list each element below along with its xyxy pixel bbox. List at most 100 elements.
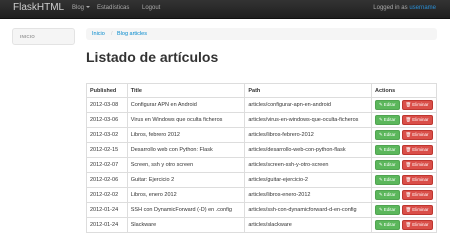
table-row: 2012-02-02 Libros, enero 2012 articles/lib… xyxy=(86,187,438,203)
trash-icon: 🗑 xyxy=(405,192,412,197)
breadcrumb: Inicio / Blog articles xyxy=(86,28,437,40)
table-row: 2012-03-08 Configurar APN en Android artic… xyxy=(86,97,438,113)
header-path: Path xyxy=(244,83,372,98)
delete-label: Eliminar xyxy=(412,192,429,197)
trash-icon: 🗑 xyxy=(405,132,412,137)
edit-button[interactable]: ✎Editar xyxy=(374,175,400,185)
table-row: 2012-02-06 Guitar: Ejercicio 2 articles/gu… xyxy=(86,172,438,188)
nav-item-blog[interactable]: Blog xyxy=(72,5,91,11)
edit-label: Editar xyxy=(383,192,396,197)
pencil-icon: ✎ xyxy=(378,177,383,182)
header-actions: Actions xyxy=(370,83,438,98)
cell-path: articles/configurar-apn-en-android xyxy=(244,97,372,113)
delete-button[interactable]: 🗑Eliminar xyxy=(401,160,433,170)
edit-button[interactable]: ✎Editar xyxy=(374,130,400,140)
pencil-icon: ✎ xyxy=(378,162,383,167)
trash-icon: 🗑 xyxy=(405,207,412,212)
delete-button[interactable]: 🗑Eliminar xyxy=(401,130,433,140)
cell-actions: ✎Editar 🗑Eliminar xyxy=(370,202,438,218)
breadcrumb-current[interactable]: Blog articles xyxy=(117,31,147,37)
pencil-icon: ✎ xyxy=(378,102,383,107)
cell-actions: ✎Editar 🗑Eliminar xyxy=(370,97,438,113)
pencil-icon: ✎ xyxy=(378,147,383,152)
trash-icon: 🗑 xyxy=(405,117,412,122)
delete-label: Eliminar xyxy=(412,177,429,182)
pencil-icon: ✎ xyxy=(378,132,383,137)
cell-path: articles/virus-en-windows-que-oculta-fic… xyxy=(244,112,372,128)
trash-icon: 🗑 xyxy=(405,222,412,227)
cell-actions: ✎Editar 🗑Eliminar xyxy=(370,172,438,188)
pencil-icon: ✎ xyxy=(378,192,383,197)
table-row: 2012-02-07 Screen, ssh y otro screen artic… xyxy=(86,157,438,173)
cell-title: Guitar: Ejercicio 2 xyxy=(126,172,246,188)
pencil-icon: ✎ xyxy=(378,207,383,212)
edit-button[interactable]: ✎Editar xyxy=(374,115,400,125)
cell-actions: ✎Editar 🗑Eliminar xyxy=(370,217,438,233)
delete-label: Eliminar xyxy=(412,207,429,212)
articles-table: Published Title Path Actions 2012-03-08 C… xyxy=(86,83,438,233)
edit-label: Editar xyxy=(383,147,396,152)
edit-button[interactable]: ✎Editar xyxy=(374,100,400,110)
cell-title: Slackware xyxy=(126,217,246,233)
cell-published: 2012-02-06 xyxy=(86,172,128,188)
edit-button[interactable]: ✎Editar xyxy=(374,145,400,155)
edit-label: Editar xyxy=(383,117,396,122)
delete-button[interactable]: 🗑Eliminar xyxy=(401,175,433,185)
delete-button[interactable]: 🗑Eliminar xyxy=(401,220,433,230)
pencil-icon: ✎ xyxy=(378,117,383,122)
edit-label: Editar xyxy=(383,102,396,107)
delete-button[interactable]: 🗑Eliminar xyxy=(401,205,433,215)
login-user-link[interactable]: username xyxy=(409,5,436,11)
delete-button[interactable]: 🗑Eliminar xyxy=(401,100,433,110)
cell-path: articles/slackware xyxy=(244,217,372,233)
login-prefix: Logged in as xyxy=(373,5,408,11)
cell-published: 2012-03-02 xyxy=(86,127,128,143)
cell-title: Desarrollo web con Python: Flask xyxy=(126,142,246,158)
brand-logo[interactable]: FlaskHTML xyxy=(13,2,64,13)
header-published: Published xyxy=(86,83,128,98)
delete-button[interactable]: 🗑Eliminar xyxy=(401,190,433,200)
cell-title: Libros, febrero 2012 xyxy=(126,127,246,143)
edit-button[interactable]: ✎Editar xyxy=(374,220,400,230)
nav-item-blog-label: Blog xyxy=(72,5,85,11)
cell-title: Libros, enero 2012 xyxy=(126,187,246,203)
cell-path: articles/guitar-ejercicio-2 xyxy=(244,172,372,188)
cell-title: Screen, ssh y otro screen xyxy=(126,157,246,173)
sidebar-header: INICIO xyxy=(20,34,35,39)
delete-button[interactable]: 🗑Eliminar xyxy=(401,115,433,125)
cell-published: 2012-01-24 xyxy=(86,202,128,218)
cell-actions: ✎Editar 🗑Eliminar xyxy=(370,157,438,173)
delete-label: Eliminar xyxy=(412,147,429,152)
cell-actions: ✎Editar 🗑Eliminar xyxy=(370,112,438,128)
table-row: 2012-01-24 SSH con DynamicForward (-D) en… xyxy=(86,202,438,218)
trash-icon: 🗑 xyxy=(405,162,412,167)
delete-label: Eliminar xyxy=(412,222,429,227)
delete-button[interactable]: 🗑Eliminar xyxy=(401,145,433,155)
login-status: Logged in as username xyxy=(373,5,436,11)
breadcrumb-home-link[interactable]: Inicio xyxy=(92,31,105,37)
cell-path: articles/screen-ssh-y-otro-screen xyxy=(244,157,372,173)
cell-path: articles/libros-enero-2012 xyxy=(244,187,372,203)
delete-label: Eliminar xyxy=(412,132,429,137)
edit-button[interactable]: ✎Editar xyxy=(374,190,400,200)
edit-button[interactable]: ✎Editar xyxy=(374,160,400,170)
cell-published: 2012-01-24 xyxy=(86,217,128,233)
cell-published: 2012-02-07 xyxy=(86,157,128,173)
cell-path: articles/ssh-con-dynamicforward-d-en-con… xyxy=(244,202,372,218)
cell-actions: ✎Editar 🗑Eliminar xyxy=(370,127,438,143)
cell-published: 2012-02-15 xyxy=(86,142,128,158)
edit-button[interactable]: ✎Editar xyxy=(374,205,400,215)
nav-item-estadisticas[interactable]: Estadísticas xyxy=(97,5,129,11)
trash-icon: 🗑 xyxy=(405,147,412,152)
nav-item-logout[interactable]: Logout xyxy=(142,5,160,11)
delete-label: Eliminar xyxy=(412,117,429,122)
top-navbar: FlaskHTML Blog Estadísticas Logout Logge… xyxy=(0,0,450,19)
edit-label: Editar xyxy=(383,132,396,137)
edit-label: Editar xyxy=(383,177,396,182)
table-header-row: Published Title Path Actions xyxy=(86,83,438,98)
chevron-down-icon xyxy=(86,6,91,9)
edit-label: Editar xyxy=(383,162,396,167)
edit-label: Editar xyxy=(383,207,396,212)
cell-path: articles/libros-febrero-2012 xyxy=(244,127,372,143)
delete-label: Eliminar xyxy=(412,102,429,107)
